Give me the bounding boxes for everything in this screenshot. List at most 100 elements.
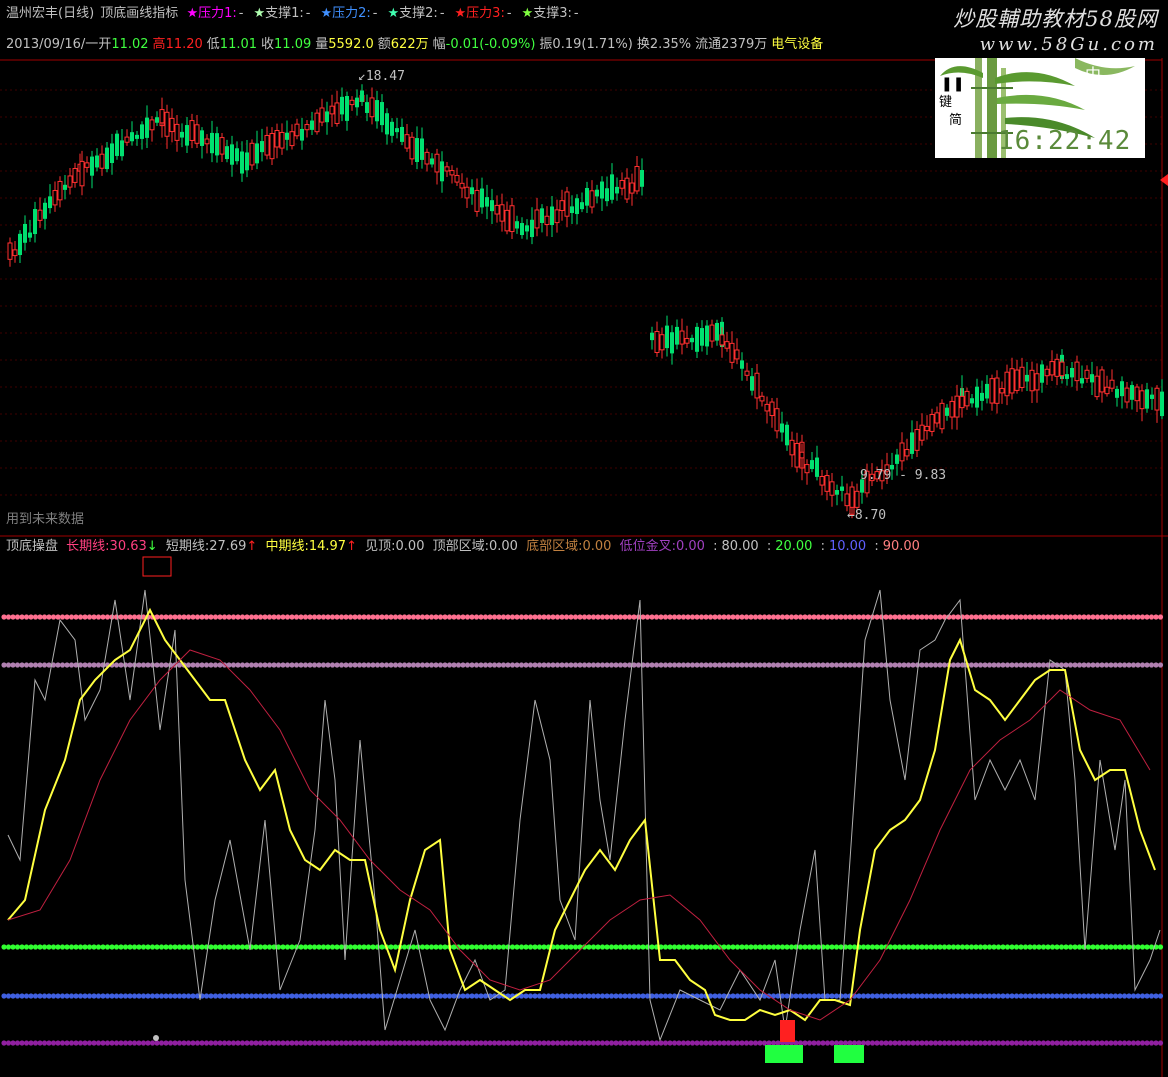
level-line-10 <box>347 993 354 999</box>
level-line-0 <box>163 1040 169 1046</box>
level-line-10 <box>50 993 57 999</box>
level-line-0 <box>901 1040 907 1046</box>
top-zone-value: 0.00 <box>489 539 518 554</box>
level-line-20 <box>464 944 471 950</box>
level-line-0 <box>91 1040 97 1046</box>
level-line-0 <box>1013 1040 1020 1046</box>
candle-body <box>349 99 355 106</box>
indicator-name: 顶底画线指标 <box>100 6 179 21</box>
level-line-20 <box>694 944 700 950</box>
level-line-20 <box>118 944 124 950</box>
level-line-0 <box>46 1040 52 1046</box>
level-line-0 <box>428 1040 435 1046</box>
volume-value: 5592.0 <box>328 37 374 52</box>
level-line-20 <box>851 944 858 950</box>
level-line-90 <box>802 614 808 620</box>
level-line-10 <box>869 993 876 999</box>
level-line-10 <box>1063 993 1069 999</box>
candle-body <box>169 117 175 133</box>
candle-body <box>659 334 665 351</box>
level-line-80 <box>208 662 214 668</box>
level-line-90 <box>847 614 853 620</box>
level-line-0 <box>1112 1040 1119 1046</box>
level-line-90 <box>343 614 349 620</box>
candle-body <box>895 454 899 464</box>
level-line-10 <box>154 993 160 999</box>
level-line-90 <box>212 614 219 620</box>
level-line-10 <box>644 993 651 999</box>
level-line-80 <box>901 662 907 668</box>
level-line-0 <box>271 1040 277 1046</box>
level-line-0 <box>109 1040 115 1046</box>
level-line-10 <box>37 993 43 999</box>
level-line-0 <box>365 1040 372 1046</box>
level-line-0 <box>649 1040 655 1046</box>
level-line-10 <box>878 993 885 999</box>
level-line-0 <box>1022 1040 1029 1046</box>
candle-body <box>564 191 570 217</box>
level-line-10 <box>842 993 849 999</box>
svg-text:键: 键 <box>939 95 952 110</box>
level-line-10 <box>680 993 687 999</box>
level-line-20 <box>347 944 354 950</box>
level-line-20 <box>559 944 565 950</box>
level-line-0 <box>721 1040 727 1046</box>
level-line-20 <box>617 944 624 950</box>
level-line-0 <box>622 1040 628 1046</box>
level-line-80 <box>442 662 448 668</box>
level-line-10 <box>748 993 754 999</box>
level-line-10 <box>1085 993 1092 999</box>
signal-green-bar <box>765 1045 803 1063</box>
candle-body <box>115 133 119 156</box>
level-line-20 <box>986 944 993 950</box>
level-line-90 <box>217 614 223 620</box>
level-line-10 <box>635 993 642 999</box>
candle-body <box>72 168 78 183</box>
level-line-20 <box>865 944 871 950</box>
level-line-0 <box>712 1040 718 1046</box>
level-line-90 <box>266 614 273 620</box>
level-line-80 <box>1004 662 1011 668</box>
level-line-20 <box>352 944 358 950</box>
level-line-90 <box>158 614 165 620</box>
level-line-20 <box>113 944 120 950</box>
candle-body <box>310 120 314 130</box>
level-line-80 <box>586 662 592 668</box>
candle-body <box>815 457 819 477</box>
level-line-0 <box>883 1040 889 1046</box>
level-line-80 <box>725 662 732 668</box>
level-line-20 <box>289 944 295 950</box>
level-line-0 <box>865 1040 871 1046</box>
star-icon: ★ <box>320 6 333 21</box>
level-line-80 <box>1126 662 1132 668</box>
level-line-10 <box>433 993 439 999</box>
level-line-80 <box>145 662 151 668</box>
level-line-0 <box>176 1040 183 1046</box>
candle-body <box>57 180 63 201</box>
level-line-90 <box>1036 614 1042 620</box>
level-line-0 <box>374 1040 381 1046</box>
candle-body <box>530 219 534 238</box>
level-line-90 <box>784 614 790 620</box>
candle-body <box>110 143 114 164</box>
level-line-0 <box>1067 1040 1074 1046</box>
title-item-label: 压力1: <box>198 6 237 21</box>
level-line-20 <box>55 944 61 950</box>
candle-body <box>684 337 690 344</box>
level-line-20 <box>626 944 633 950</box>
level-line-90 <box>914 614 921 620</box>
level-line-10 <box>730 993 736 999</box>
level-line-0 <box>878 1040 885 1046</box>
scroll-arrow-icon[interactable] <box>1160 174 1168 186</box>
level-line-90 <box>433 614 439 620</box>
candle-body <box>300 128 304 141</box>
level-line-10 <box>784 993 790 999</box>
level-line-10 <box>275 993 282 999</box>
level-line-20 <box>419 944 426 950</box>
level-line-90 <box>55 614 61 620</box>
clock: 16:22:42 <box>998 126 1132 156</box>
level-line-90 <box>311 614 318 620</box>
level-line-0 <box>671 1040 678 1046</box>
level-line-90 <box>464 614 471 620</box>
level-line-80 <box>194 662 201 668</box>
